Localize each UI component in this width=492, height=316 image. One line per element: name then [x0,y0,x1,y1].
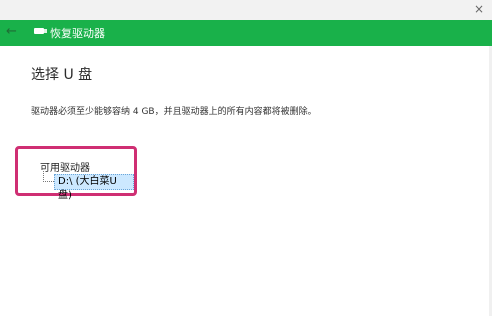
window-top-bar: × [0,0,492,20]
title-bar: ← 恢复驱动器 [0,20,492,46]
page-title: 选择 U 盘 [31,67,93,83]
tree-connector [43,171,54,182]
back-arrow-icon[interactable]: ← [6,24,17,39]
close-icon[interactable]: × [474,2,484,16]
content-area: 选择 U 盘 驱动器必须至少能够容纳 4 GB，并且驱动器上的所有内容都将被删除… [0,46,492,316]
description-text: 驱动器必须至少能够容纳 4 GB，并且驱动器上的所有内容都将被删除。 [31,107,317,117]
available-drives-panel: 可用驱动器 D:\ (大白菜U盘) [15,146,137,201]
drive-item-d[interactable]: D:\ (大白菜U盘) [54,174,134,201]
window-title: 恢复驱动器 [50,27,105,40]
drive-icon [34,28,47,34]
recovery-drive-window: × ← 恢复驱动器 选择 U 盘 驱动器必须至少能够容纳 4 GB，并且驱动器上… [0,0,492,316]
